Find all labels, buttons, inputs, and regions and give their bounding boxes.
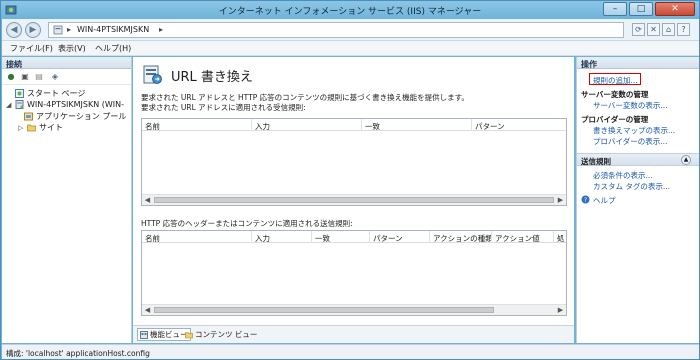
- inbound-rules-grid[interactable]: 名前 入力 一致 パターン ◀ ▶: [141, 118, 567, 206]
- page-title: URL 書き換え: [171, 70, 253, 85]
- tree-label: アプリケーション プール: [36, 112, 127, 121]
- tree-label: サイト: [39, 123, 63, 132]
- horizontal-scrollbar[interactable]: ◀ ▶: [142, 194, 566, 205]
- window-title: インターネット インフォメーション サービス (IIS) マネージャー: [218, 7, 482, 17]
- iis-manager-window: インターネット インフォメーション サービス (IIS) マネージャー – □ …: [0, 0, 700, 360]
- status-bar: 構成: 'localhost' applicationHost.config: [2, 344, 699, 359]
- column-header[interactable]: 名前: [142, 231, 252, 243]
- column-header[interactable]: 一致: [362, 119, 472, 131]
- column-header[interactable]: アクション値: [492, 231, 554, 243]
- column-header[interactable]: アクションの種類: [430, 231, 492, 243]
- address-bar[interactable]: ▸ WIN-4PTSIKMJSKN ▸: [48, 22, 624, 38]
- connections-toolbar: ● ▣ ▤ ◈: [2, 69, 131, 85]
- view-server-variables-link[interactable]: サーバー変数の表示...: [593, 100, 668, 111]
- tree-item-app-pools[interactable]: アプリケーション プール: [24, 111, 126, 122]
- breadcrumb-separator-icon: ▸: [67, 25, 72, 34]
- column-header[interactable]: 名前: [142, 119, 252, 131]
- view-custom-tags-link[interactable]: カスタム タグの表示...: [593, 181, 670, 192]
- providers-heading: プロバイダーの管理: [581, 115, 649, 124]
- breadcrumb-separator-icon[interactable]: ▸: [159, 25, 163, 34]
- up-level-icon[interactable]: ▤: [34, 72, 44, 82]
- column-header[interactable]: パターン: [370, 231, 430, 243]
- actions-header: 操作: [577, 57, 699, 69]
- column-header[interactable]: 入力: [252, 231, 312, 243]
- minimize-button[interactable]: –: [603, 2, 627, 16]
- collapsed-icon[interactable]: ▷: [18, 124, 24, 132]
- scroll-thumb[interactable]: [154, 197, 554, 203]
- connections-header: 接続: [2, 57, 131, 69]
- scroll-right-icon[interactable]: ▶: [555, 305, 566, 315]
- stop-icon[interactable]: ✕: [647, 23, 660, 36]
- tab-label: コンテンツ ビュー: [195, 330, 258, 339]
- view-rewrite-maps-link[interactable]: 書き換えマップの表示...: [593, 125, 675, 136]
- scroll-left-icon[interactable]: ◀: [142, 305, 153, 315]
- collapse-icon[interactable]: ▲: [681, 155, 691, 165]
- scroll-right-icon[interactable]: ▶: [555, 195, 566, 205]
- scroll-thumb[interactable]: [154, 307, 494, 313]
- menu-help[interactable]: ヘルプ(H): [95, 43, 131, 54]
- forward-button[interactable]: ▶: [25, 22, 41, 38]
- save-icon[interactable]: ▣: [20, 72, 30, 82]
- horizontal-scrollbar[interactable]: ◀ ▶: [142, 304, 566, 315]
- view-preconditions-link[interactable]: 必須条件の表示...: [593, 170, 653, 181]
- tree-item-start-page[interactable]: スタート ページ: [6, 88, 85, 99]
- maximize-button[interactable]: □: [629, 2, 653, 16]
- feature-pane: URL 書き換え 要求された URL アドレスと HTTP 応答のコンテンツの規…: [133, 57, 574, 343]
- column-header[interactable]: 入力: [252, 119, 362, 131]
- scroll-left-icon[interactable]: ◀: [142, 195, 153, 205]
- address-toolbar: ⟳ ✕ ⌂ ?: [632, 23, 690, 36]
- status-text: 構成: 'localhost' applicationHost.config: [6, 349, 150, 358]
- column-header[interactable]: 一致: [312, 231, 370, 243]
- help-icon: ?: [581, 195, 590, 204]
- outbound-rules-section-title: 送信規則: [581, 157, 611, 166]
- outbound-rules-label: HTTP 応答のヘッダーまたはコンテンツに適用される送信規則:: [141, 219, 353, 228]
- column-header[interactable]: パターン: [472, 119, 566, 131]
- connections-pane: 接続 ● ▣ ▤ ◈ スタート ページ ◢ WIN-4PTSIKMJSKN (W…: [2, 57, 132, 343]
- tab-content-view[interactable]: コンテンツ ビュー: [185, 329, 257, 340]
- address-row: ◀ ▶ ▸ WIN-4PTSIKMJSKN ▸ ⟳ ✕ ⌂ ?: [2, 19, 699, 41]
- tree-label: スタート ページ: [27, 89, 86, 98]
- tree-item-sites[interactable]: ▷ サイト: [18, 122, 63, 133]
- actions-pane: 操作 規則の追加... サーバー変数の管理 サーバー変数の表示... プロバイダ…: [576, 57, 699, 343]
- refresh-icon[interactable]: ⟳: [632, 23, 645, 36]
- grid-header: 名前 入力 一致 パターン アクションの種類 アクション値 処: [142, 231, 566, 243]
- menu-view[interactable]: 表示(V): [58, 43, 86, 54]
- server-icon: [15, 100, 24, 109]
- home-icon[interactable]: ⌂: [662, 23, 675, 36]
- server-icon: [53, 25, 63, 35]
- disconnect-icon[interactable]: ◈: [50, 72, 60, 82]
- help-icon[interactable]: ?: [677, 23, 690, 36]
- tree-label: WIN-4PTSIKMJSKN (WIN-: [27, 100, 124, 109]
- help-link[interactable]: ヘルプ: [593, 195, 616, 206]
- expanded-icon[interactable]: ◢: [6, 101, 12, 109]
- tree-item-server[interactable]: ◢ WIN-4PTSIKMJSKN (WIN-: [6, 100, 124, 109]
- column-header[interactable]: 処: [554, 231, 566, 243]
- app-pool-icon: [24, 112, 33, 121]
- close-button[interactable]: ✕: [655, 2, 695, 16]
- server-variables-heading: サーバー変数の管理: [581, 90, 649, 99]
- connect-icon[interactable]: ●: [6, 72, 16, 82]
- tab-label: 機能ビュー: [150, 330, 188, 339]
- add-rule-link[interactable]: 規則の追加...: [593, 75, 638, 86]
- view-providers-link[interactable]: プロバイダーの表示...: [593, 136, 667, 147]
- back-button[interactable]: ◀: [6, 22, 22, 38]
- breadcrumb-server[interactable]: WIN-4PTSIKMJSKN: [77, 25, 149, 34]
- svg-text:?: ?: [584, 197, 587, 204]
- menu-file[interactable]: ファイル(F): [10, 43, 53, 54]
- start-page-icon: [15, 89, 24, 98]
- grid-header: 名前 入力 一致 パターン: [142, 119, 566, 131]
- sites-folder-icon: [27, 124, 36, 132]
- outbound-rules-section[interactable]: 送信規則 ▲: [577, 153, 699, 166]
- outbound-rules-grid[interactable]: 名前 入力 一致 パターン アクションの種類 アクション値 処 ◀ ▶: [141, 230, 567, 316]
- features-view-icon: [140, 330, 148, 339]
- tab-features-view[interactable]: 機能ビュー: [137, 328, 191, 341]
- title-bar: インターネット インフォメーション サービス (IIS) マネージャー – □ …: [1, 1, 699, 19]
- view-tabs: 機能ビュー コンテンツ ビュー: [133, 325, 574, 343]
- menu-bar: ファイル(F) 表示(V) ヘルプ(H): [2, 41, 699, 56]
- content-view-icon: [185, 331, 193, 338]
- inbound-rules-label: 要求された URL アドレスに適用される受信規則:: [141, 103, 306, 112]
- window-controls: – □ ✕: [603, 2, 695, 16]
- url-rewrite-icon: [143, 65, 162, 84]
